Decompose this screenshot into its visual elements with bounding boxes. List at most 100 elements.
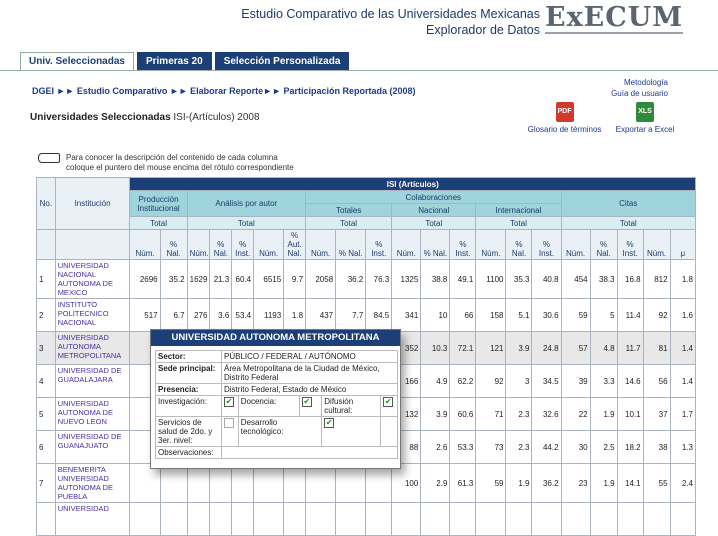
table-cell: 11.4: [616, 298, 644, 332]
total-header[interactable]: Total: [129, 216, 188, 230]
tab-seleccion-personalizada[interactable]: Selección Personalizada: [214, 52, 350, 70]
hint-text: Para conocer la descripción del contenid…: [38, 153, 294, 173]
desarrollo-label: Desarrollo tecnológico:: [237, 416, 323, 447]
exportar-excel-button[interactable]: XLS Exportar a Excel: [610, 102, 680, 134]
col-4-header[interactable]: % Inst.: [231, 229, 255, 260]
col-12-header[interactable]: % Inst.: [449, 229, 477, 260]
docencia-checkbox[interactable]: ✔: [301, 397, 312, 407]
table-cell: 2058: [305, 259, 337, 299]
total-header[interactable]: Total: [305, 216, 393, 230]
col-no-header[interactable]: No.: [36, 177, 56, 230]
institution-link[interactable]: UNIVERSIDAD AUTONOMA DE NUEVO LEON: [54, 397, 131, 431]
col-15-header[interactable]: % Inst.: [531, 229, 562, 260]
tab-univ-seleccionadas[interactable]: Univ. Seleccionadas: [20, 52, 134, 71]
institution-link[interactable]: BENEMERITA UNIVERSIDAD AUTONOMA DE PUEBL…: [54, 463, 131, 503]
table-cell: [669, 502, 697, 536]
metodologia-link[interactable]: Metodología: [600, 77, 668, 88]
table-cell: [129, 463, 161, 503]
col-11-header[interactable]: % Nal.: [420, 229, 451, 260]
table-cell: 72.1: [449, 331, 477, 365]
desarrollo-checkbox[interactable]: ✔: [324, 418, 335, 428]
institution-link[interactable]: UNIVERSIDAD DE GUADALAJARA: [54, 364, 131, 398]
row-number: 2: [36, 298, 56, 332]
table-cell: 35.3: [505, 259, 533, 299]
table-cell: [365, 463, 393, 503]
investigacion-checkbox[interactable]: ✔: [224, 397, 234, 407]
col-1-header[interactable]: % Nal.: [159, 229, 188, 260]
total-header[interactable]: Total: [186, 216, 307, 230]
institution-link[interactable]: UNIVERSIDAD DE GUANAJUATO: [54, 430, 131, 464]
col-19-header[interactable]: Núm.: [642, 229, 671, 260]
glosario-button[interactable]: PDF Glosario de términos: [527, 102, 602, 134]
col-6-header[interactable]: % Aut. Nal.: [283, 229, 307, 260]
col-3-header[interactable]: % Nal.: [209, 229, 233, 260]
table-cell: 6515: [253, 259, 285, 299]
citas-header[interactable]: Citas: [560, 190, 697, 217]
sector-value: PÚBLICO / FEDERAL / AUTÓNOMO: [221, 350, 398, 363]
header-title-line2: Explorador de Datos: [426, 23, 540, 37]
tab-divider: [0, 70, 718, 71]
table-row: 2 INSTITUTO POLITECNICO NACIONAL 517 6.7 276…: [36, 298, 697, 332]
col-7-header[interactable]: Núm.: [305, 229, 337, 260]
row-number: 7: [36, 463, 56, 503]
col-0-header[interactable]: Núm.: [129, 229, 161, 260]
col-institucion-header[interactable]: Institución: [54, 177, 131, 230]
totales-header[interactable]: Totales: [305, 203, 393, 217]
investigacion-label: Investigación:: [155, 395, 222, 417]
nacional-header[interactable]: Nacional: [391, 203, 477, 217]
table-cell: 437: [305, 298, 337, 332]
table-cell: 1.8: [283, 298, 307, 332]
row-number: 6: [36, 430, 56, 464]
table-cell: 81: [642, 331, 671, 365]
col-16-header[interactable]: Núm.: [560, 229, 591, 260]
breadcrumb[interactable]: DGEI ►► Estudio Comparativo ►► Elaborar …: [32, 86, 416, 96]
tab-primeras-20[interactable]: Primeras 20: [136, 52, 212, 70]
table-cell: 30: [560, 430, 591, 464]
salud-checkbox[interactable]: [224, 418, 234, 428]
institution-link[interactable]: UNIVERSIDAD AUTONOMA METROPOLITANA: [54, 331, 131, 365]
top-links: Metodología Guía de usuario: [600, 77, 668, 99]
table-cell: [531, 502, 562, 536]
institution-link[interactable]: UNIVERSIDAD NACIONAL AUTONOMA DE MEXICO: [54, 259, 131, 299]
col-13-header[interactable]: Núm.: [475, 229, 507, 260]
table-cell: [365, 502, 393, 536]
table-cell: 76.3: [365, 259, 393, 299]
difusion-checkbox[interactable]: ✔: [383, 397, 394, 407]
table-cell: [589, 502, 618, 536]
col-2-header[interactable]: Núm.: [186, 229, 211, 260]
produccion-header[interactable]: Producción Institucional: [129, 190, 188, 217]
total-header[interactable]: Total: [391, 216, 477, 230]
total-header[interactable]: Total: [560, 216, 697, 230]
col-8-header[interactable]: % Nal.: [335, 229, 367, 260]
col-18-header[interactable]: % Inst.: [616, 229, 644, 260]
institution-link[interactable]: INSTITUTO POLITECNICO NACIONAL: [54, 298, 131, 332]
col-14-header[interactable]: % Nal.: [505, 229, 533, 260]
analisis-header[interactable]: Análisis por autor: [186, 190, 307, 217]
colaboraciones-header[interactable]: Colaboraciones: [305, 190, 562, 204]
hint-line1: Para conocer la descripción del contenid…: [66, 153, 278, 162]
table-cell: 61.3: [449, 463, 477, 503]
table-cell: [159, 502, 188, 536]
table-cell: 100: [391, 463, 422, 503]
internacional-header[interactable]: Internacional: [475, 203, 562, 217]
spacer-cell: [54, 229, 131, 260]
table-cell: [209, 463, 233, 503]
sede-value: Área Metropolitana de la Ciudad de Méxic…: [221, 362, 398, 384]
table-cell: 9.7: [283, 259, 307, 299]
table-cell: 4.8: [589, 331, 618, 365]
col-9-header[interactable]: % Inst.: [365, 229, 393, 260]
col-17-header[interactable]: % Nal.: [589, 229, 618, 260]
table-cell: 3.6: [209, 298, 233, 332]
col-20-header[interactable]: μ: [669, 229, 697, 260]
institution-link[interactable]: UNIVERSIDAD: [54, 502, 131, 536]
table-cell: 56: [642, 364, 671, 398]
isi-header[interactable]: ISI (Artículos): [129, 177, 696, 191]
table-cell: [420, 502, 451, 536]
total-header[interactable]: Total: [475, 216, 562, 230]
presencia-value: Distrito Federal, Estado de México: [221, 383, 398, 396]
guia-usuario-link[interactable]: Guía de usuario: [600, 88, 668, 99]
col-5-header[interactable]: Núm.: [253, 229, 285, 260]
table-cell: 7.7: [335, 298, 367, 332]
table-cell: 1.9: [589, 397, 618, 431]
col-10-header[interactable]: Núm.: [391, 229, 422, 260]
